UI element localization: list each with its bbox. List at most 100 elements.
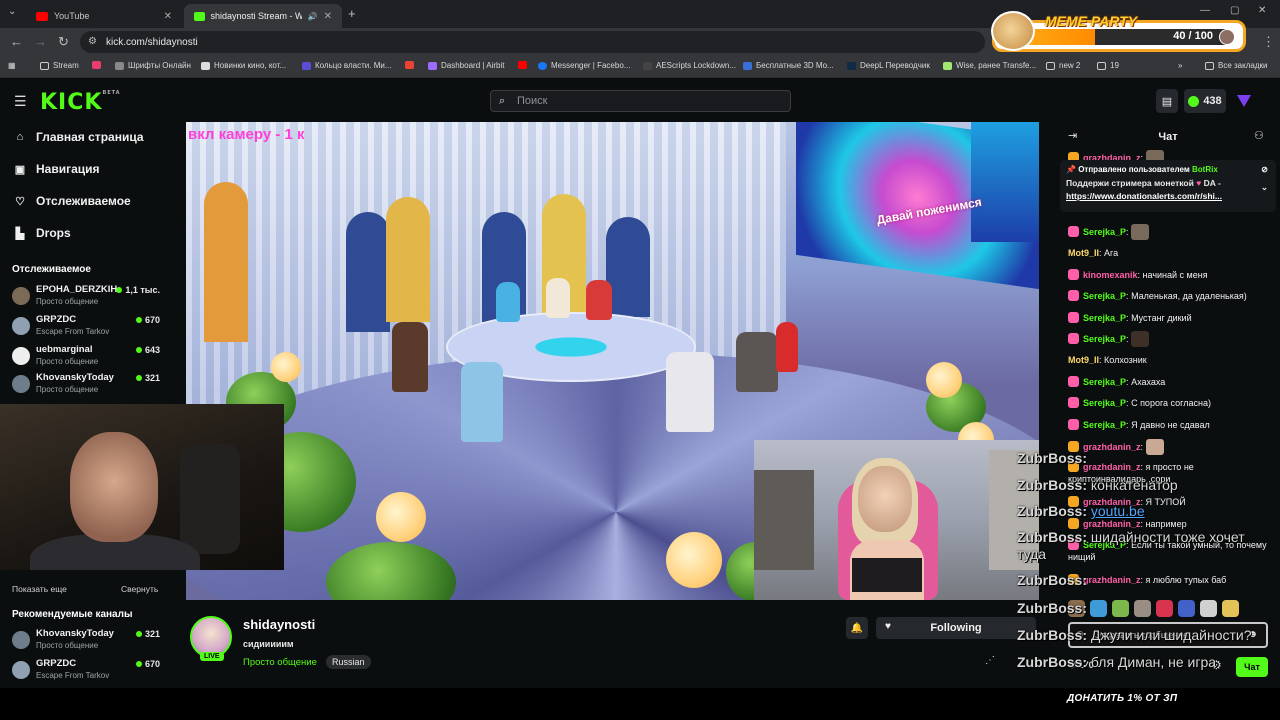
tab-kick-stream[interactable]: shidaynosti Stream - Watch 🔊 ✕ (184, 4, 342, 28)
webcam-streamer-female (754, 440, 1039, 600)
user-avatar-button[interactable] (1232, 89, 1256, 113)
url-field[interactable]: ⚙ kick.com/shidaynosti (80, 31, 985, 53)
share-icon[interactable]: ⋰ (985, 655, 995, 666)
more-bookmarks-icon[interactable]: » (1178, 61, 1182, 70)
bookmark-item[interactable]: Новинки кино, кот... (201, 61, 286, 70)
person-top (852, 558, 922, 592)
new-tab-button[interactable]: + (348, 6, 356, 21)
chevron-down-icon[interactable]: ⌄ (1261, 182, 1268, 193)
maximize-button[interactable]: ▢ (1230, 5, 1239, 16)
streamer-name[interactable]: shidaynosti (243, 617, 315, 632)
close-icon[interactable]: ✕ (324, 11, 332, 22)
guest-figure (776, 322, 798, 372)
channel-item[interactable]: GRPZDC Escape From Tarkov 670 (12, 313, 162, 341)
avatar (12, 631, 30, 649)
bookmark-item[interactable] (92, 61, 101, 69)
following-section-title: Отслеживаемое (12, 264, 91, 275)
tab-youtube[interactable]: YouTube ✕ (26, 4, 182, 28)
avatar-icon (1237, 95, 1251, 107)
facebook-icon (538, 61, 547, 70)
nav-browse[interactable]: ▣ Навигация (14, 162, 100, 176)
close-icon[interactable]: ✕ (164, 11, 172, 22)
nav-home[interactable]: ⌂ Главная страница (14, 130, 144, 144)
follow-button[interactable]: ♥ Following (876, 617, 1036, 639)
search-input[interactable]: ⌕ Поиск (490, 90, 791, 112)
bookmarks-bar: ▦ Stream Шрифты Онлайн Новинки кино, кот… (0, 56, 1280, 78)
url-text: kick.com/shidaynosti (106, 36, 198, 48)
channel-item[interactable]: GRPZDC Escape From Tarkov 670 (12, 657, 162, 685)
overlay-chat-line: ZubrBoss: бля Диман, не игра (1017, 654, 1217, 670)
bookmark-item[interactable]: Бесплатные 3D Mo... (743, 61, 834, 70)
tab-search-icon[interactable]: ⌄ (8, 6, 16, 17)
close-window-button[interactable]: ✕ (1258, 5, 1266, 16)
pinned-message: 📌 Отправлено пользователем BotRix ⊘ Подд… (1060, 160, 1276, 212)
live-dot-icon (116, 287, 123, 293)
forward-icon[interactable]: → (34, 34, 47, 49)
bookmark-item[interactable]: Кольцо власти. Ми... (302, 61, 392, 70)
chat-message: Serejka_P: Мустанг дикий (1068, 312, 1274, 325)
menu-icon[interactable]: ☰ (14, 93, 27, 110)
folder-icon (40, 61, 49, 70)
stream-category-link[interactable]: Просто общение (243, 657, 317, 668)
chat-users-icon[interactable]: ⚇ (1254, 129, 1264, 142)
channel-item[interactable]: KhovanskyToday Просто общение 321 (12, 627, 162, 655)
channel-item[interactable]: EPOHA_DERZKIH Просто общение 1,1 тыс. (12, 283, 162, 311)
pin-icon: 📌 (1066, 165, 1076, 174)
speaker-icon[interactable]: 🔊 (308, 12, 318, 21)
language-tag[interactable]: Russian (326, 655, 371, 669)
site-info-icon[interactable]: ⚙ (88, 36, 97, 47)
donation-link[interactable]: https://www.donationalerts.com/r/shi... (1066, 191, 1270, 201)
notification-bell-button[interactable]: 🔔 (846, 617, 868, 639)
meme-party-count: 40 / 100 (1173, 30, 1213, 42)
drops-icon: ▙ (15, 227, 25, 240)
bookmark-item[interactable]: Messenger | Facebo... (538, 61, 630, 70)
bookmark-item[interactable]: new 2 (1046, 61, 1080, 70)
apps-icon[interactable]: ▦ (8, 61, 16, 70)
kick-points-icon (1188, 95, 1200, 107)
nav-following[interactable]: ♡ Отслеживаемое (14, 194, 131, 208)
bookmark-item[interactable]: DeepL Переводчик (847, 61, 930, 70)
chat-message: kinomexanik: начинай с меня (1068, 269, 1274, 282)
points-button[interactable]: 438 (1184, 89, 1226, 113)
studio-arch (386, 197, 430, 322)
lamp-ball (376, 492, 426, 542)
bookmark-favicon-icon (428, 61, 437, 70)
emote-icon (1131, 224, 1150, 240)
bookmark-item[interactable]: AEScripts Lockdown... (643, 61, 736, 70)
dashboard-button[interactable]: ▤ (1156, 89, 1178, 113)
show-more-button[interactable]: Показать еще (12, 584, 67, 594)
nav-drops[interactable]: ▙ Drops (14, 226, 71, 240)
person-head (70, 432, 158, 542)
browser-menu-icon[interactable]: ⋮ (1262, 34, 1275, 50)
chat-message: Mot9_II: Колхозник (1068, 355, 1147, 365)
bookmark-item[interactable]: Шрифты Онлайн (115, 61, 191, 70)
doge-icon (991, 11, 1035, 51)
guest-figure (496, 282, 520, 322)
bookmark-item[interactable]: Dashboard | Airbit (428, 61, 504, 70)
minimize-button[interactable]: — (1200, 5, 1210, 16)
studio-arch (204, 182, 248, 342)
bookmark-item[interactable] (518, 61, 527, 69)
channel-item[interactable]: uebmarginal Просто общение 643 (12, 343, 162, 371)
bookmark-favicon-icon (115, 61, 124, 70)
reload-icon[interactable]: ↻ (58, 34, 69, 50)
bookmark-favicon-icon (302, 61, 311, 70)
bookmark-item[interactable]: 19 (1097, 61, 1119, 70)
bookmark-item[interactable]: Stream (40, 61, 79, 70)
unpin-icon[interactable]: ⊘ (1261, 165, 1268, 174)
stream-info-bar: LIVE shidaynosti сидииииим Просто общени… (170, 600, 1056, 688)
meme-party-widget: MEME PARTY 40 / 100 (991, 11, 1246, 52)
overlay-chat-line: ZubrBoss: youtu.be (1017, 503, 1145, 519)
avatar (12, 287, 30, 305)
back-icon[interactable]: ← (10, 34, 23, 49)
collapse-button[interactable]: Свернуть (121, 584, 158, 594)
kick-logo[interactable]: KICKBETA (40, 90, 121, 115)
bookmark-item[interactable]: Все закладки (1205, 61, 1267, 70)
avatar (12, 317, 30, 335)
overlay-chat-line: ZubrBoss: (1017, 450, 1087, 466)
bookmark-item[interactable] (405, 61, 414, 69)
emote-icon (1131, 331, 1150, 347)
channel-item[interactable]: KhovanskyToday Просто общение 321 (12, 371, 162, 399)
overlay-chat-line: туда (1017, 546, 1047, 562)
bookmark-item[interactable]: Wise, ранее Transfe... (943, 61, 1036, 70)
